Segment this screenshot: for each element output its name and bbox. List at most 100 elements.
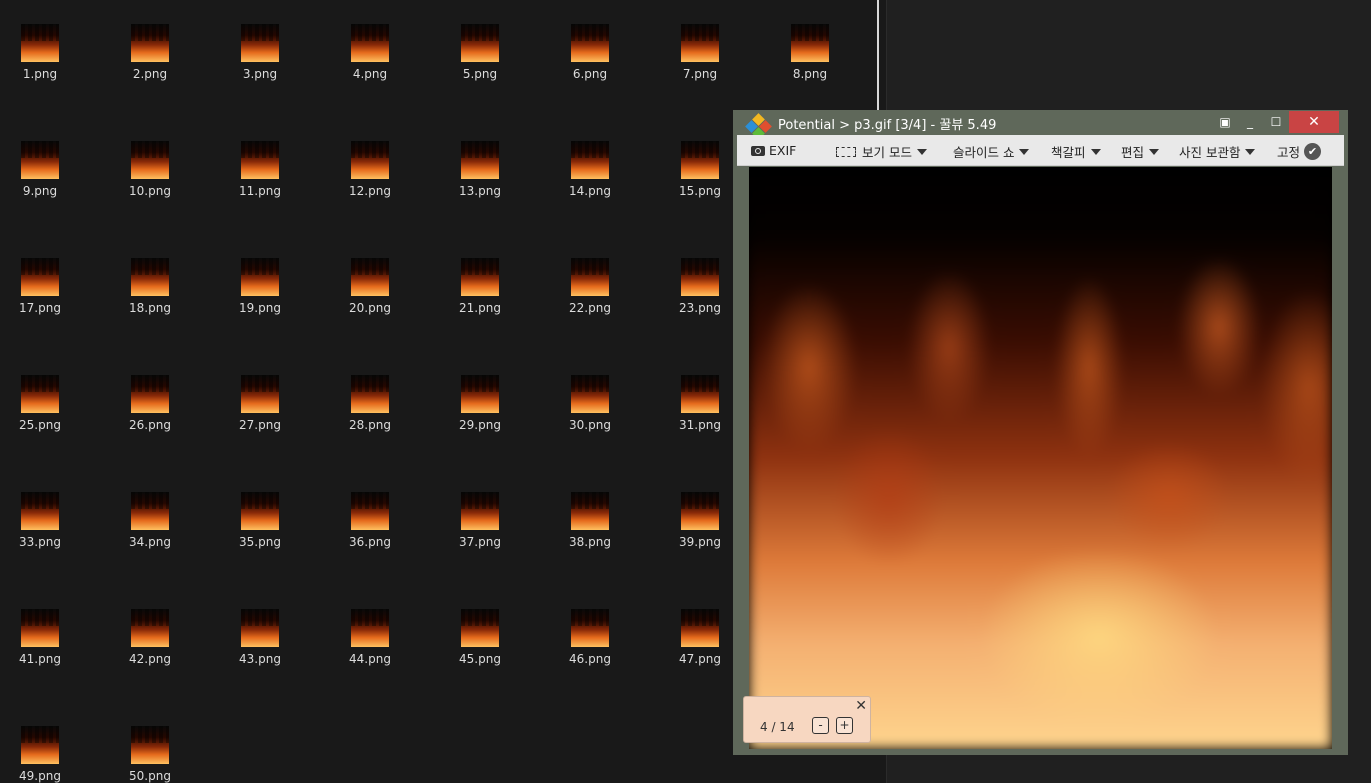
file-item[interactable]: 11.png <box>220 117 300 227</box>
close-button[interactable]: ✕ <box>1289 111 1339 133</box>
file-thumbnail <box>241 141 279 179</box>
file-name: 44.png <box>349 652 391 666</box>
file-item[interactable]: 31.png <box>660 351 740 461</box>
file-item[interactable]: 9.png <box>0 117 80 227</box>
file-thumbnail <box>21 258 59 296</box>
file-item[interactable]: 6.png <box>550 0 630 110</box>
file-item[interactable]: 2.png <box>110 0 190 110</box>
file-thumbnail <box>461 492 499 530</box>
file-thumbnail <box>131 258 169 296</box>
file-thumbnail <box>351 258 389 296</box>
file-item[interactable]: 37.png <box>440 468 520 578</box>
close-icon[interactable]: ✕ <box>855 698 867 714</box>
file-thumbnail <box>21 492 59 530</box>
file-thumbnail <box>241 609 279 647</box>
file-item[interactable]: 23.png <box>660 234 740 344</box>
pin-label: 고정 <box>1277 145 1301 160</box>
file-item[interactable]: 35.png <box>220 468 300 578</box>
previous-frame-button[interactable]: - <box>812 717 829 734</box>
file-item[interactable]: 49.png <box>0 702 80 783</box>
file-item[interactable]: 1.png <box>0 0 80 110</box>
file-item[interactable]: 34.png <box>110 468 190 578</box>
image-display-area[interactable] <box>749 167 1332 749</box>
edit-menu[interactable]: 편집 <box>1121 142 1160 160</box>
file-thumbnail <box>351 24 389 62</box>
bookmark-menu[interactable]: 책갈피 <box>1051 142 1101 160</box>
file-item[interactable]: 39.png <box>660 468 740 578</box>
file-name: 27.png <box>239 418 281 432</box>
slideshow-menu[interactable]: 슬라이드 쇼 <box>953 142 1030 160</box>
pin-toggle[interactable]: 고정 ✔ <box>1277 142 1322 160</box>
file-thumbnail <box>681 141 719 179</box>
file-name: 25.png <box>19 418 61 432</box>
file-thumbnail <box>21 609 59 647</box>
photo-storage-label: 사진 보관함 <box>1179 145 1241 160</box>
file-item[interactable]: 18.png <box>110 234 190 344</box>
file-item[interactable]: 12.png <box>330 117 410 227</box>
file-name: 29.png <box>459 418 501 432</box>
file-thumbnail <box>571 375 609 413</box>
file-item[interactable]: 13.png <box>440 117 520 227</box>
exif-button[interactable]: EXIF <box>751 142 796 160</box>
file-item[interactable]: 17.png <box>0 234 80 344</box>
file-item[interactable]: 22.png <box>550 234 630 344</box>
file-item[interactable]: 33.png <box>0 468 80 578</box>
file-item[interactable]: 29.png <box>440 351 520 461</box>
pane-splitter[interactable] <box>877 0 879 110</box>
file-thumbnail <box>131 492 169 530</box>
file-name: 10.png <box>129 184 171 198</box>
next-frame-button[interactable]: + <box>836 717 853 734</box>
file-item[interactable]: 41.png <box>0 585 80 695</box>
file-name: 23.png <box>679 301 721 315</box>
file-item[interactable]: 50.png <box>110 702 190 783</box>
file-name: 21.png <box>459 301 501 315</box>
file-item[interactable]: 36.png <box>330 468 410 578</box>
file-item[interactable]: 14.png <box>550 117 630 227</box>
file-item[interactable]: 45.png <box>440 585 520 695</box>
file-item[interactable]: 44.png <box>330 585 410 695</box>
file-name: 35.png <box>239 535 281 549</box>
file-item[interactable]: 38.png <box>550 468 630 578</box>
file-name: 37.png <box>459 535 501 549</box>
file-item[interactable]: 27.png <box>220 351 300 461</box>
maximize-button[interactable]: ☐ <box>1263 111 1289 133</box>
view-mode-menu[interactable]: 보기 모드 <box>836 142 927 160</box>
file-name: 31.png <box>679 418 721 432</box>
view-mode-label: 보기 모드 <box>862 145 912 160</box>
file-item[interactable]: 21.png <box>440 234 520 344</box>
fit-window-button[interactable]: ▣ <box>1213 111 1237 133</box>
file-name: 9.png <box>22 184 58 198</box>
file-item[interactable]: 46.png <box>550 585 630 695</box>
file-item[interactable]: 5.png <box>440 0 520 110</box>
file-item[interactable]: 3.png <box>220 0 300 110</box>
file-item[interactable]: 4.png <box>330 0 410 110</box>
file-item[interactable]: 30.png <box>550 351 630 461</box>
file-item[interactable]: 43.png <box>220 585 300 695</box>
file-thumbnail <box>571 492 609 530</box>
file-item[interactable]: 15.png <box>660 117 740 227</box>
file-item[interactable]: 7.png <box>660 0 740 110</box>
file-name: 26.png <box>129 418 171 432</box>
photo-storage-menu[interactable]: 사진 보관함 <box>1179 142 1256 160</box>
file-thumbnail <box>791 24 829 62</box>
file-name: 11.png <box>239 184 281 198</box>
file-item[interactable]: 47.png <box>660 585 740 695</box>
file-item[interactable]: 8.png <box>770 0 850 110</box>
file-item[interactable]: 20.png <box>330 234 410 344</box>
viewer-title-bar[interactable]: Potential > p3.gif [3/4] - 꿀뷰 5.49 ▣ _ ☐… <box>733 110 1348 140</box>
file-item[interactable]: 10.png <box>110 117 190 227</box>
chevron-down-icon <box>916 148 927 155</box>
file-thumbnail <box>21 24 59 62</box>
file-item[interactable]: 19.png <box>220 234 300 344</box>
exif-label: EXIF <box>769 143 797 158</box>
file-item[interactable]: 28.png <box>330 351 410 461</box>
minimize-button[interactable]: _ <box>1237 111 1263 133</box>
file-item[interactable]: 25.png <box>0 351 80 461</box>
file-name: 41.png <box>19 652 61 666</box>
file-name: 18.png <box>129 301 171 315</box>
file-thumbnail <box>351 492 389 530</box>
file-item[interactable]: 26.png <box>110 351 190 461</box>
file-name: 50.png <box>129 769 171 783</box>
honeyview-logo-icon <box>745 113 772 140</box>
file-item[interactable]: 42.png <box>110 585 190 695</box>
